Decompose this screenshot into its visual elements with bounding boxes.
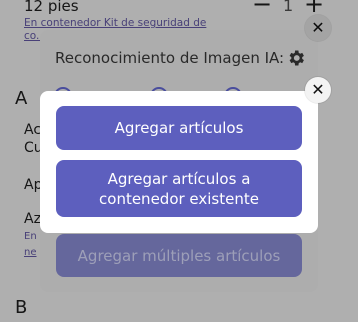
add-items-button[interactable]: Agregar artículos [56,106,302,150]
add-to-existing-container-button[interactable]: Agregar artículos a contenedor existente [56,160,302,217]
close-icon: ✕ [311,80,325,99]
add-items-modal: Agregar artículos Agregar artículos a co… [40,91,318,233]
close-add-items-modal-button[interactable]: ✕ [305,77,331,103]
